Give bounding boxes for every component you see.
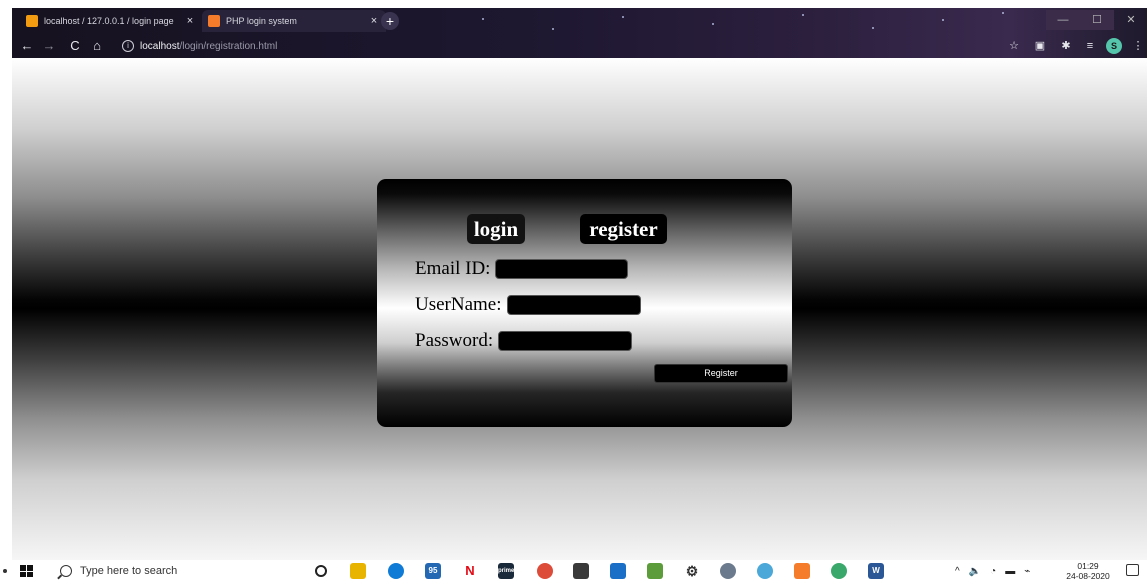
media-queue-icon[interactable]: ≡: [1082, 38, 1098, 54]
tab-phpmyadmin[interactable]: localhost / 127.0.0.1 / login page ×: [20, 10, 202, 32]
notification-center-icon[interactable]: [1126, 564, 1139, 576]
home-button[interactable]: ⌂: [88, 37, 106, 55]
tab-strip: localhost / 127.0.0.1 / login page × PHP…: [12, 8, 1147, 34]
search-icon: [60, 565, 72, 577]
kebab-menu-icon[interactable]: ⋮: [1130, 38, 1146, 54]
reload-button[interactable]: C: [66, 37, 84, 55]
new-tab-button[interactable]: +: [381, 12, 399, 30]
registration-form-card: login register Email ID: UserName: Passw…: [377, 179, 792, 427]
app-icon[interactable]: [757, 563, 773, 579]
cortana-icon[interactable]: [315, 565, 327, 577]
close-tab-icon[interactable]: ×: [184, 15, 196, 27]
extensions-puzzle-icon[interactable]: ✱: [1058, 38, 1074, 54]
minimize-button[interactable]: —: [1046, 10, 1080, 30]
mail-icon[interactable]: 95: [425, 563, 441, 579]
volume-icon[interactable]: 🔈: [969, 566, 981, 577]
email-label: Email ID:: [415, 258, 491, 279]
site-info-icon[interactable]: i: [122, 40, 134, 52]
register-switch-button[interactable]: register: [580, 214, 667, 244]
password-row: Password:: [415, 330, 633, 352]
register-submit-button[interactable]: Register: [654, 364, 788, 383]
search-placeholder: Type here to search: [80, 565, 178, 577]
bookmark-star-icon[interactable]: ☆: [1006, 38, 1022, 54]
phpmyadmin-favicon-icon: [26, 15, 38, 27]
app-icon[interactable]: [720, 563, 736, 579]
xampp-favicon-icon: [208, 15, 220, 27]
file-explorer-icon[interactable]: [350, 563, 366, 579]
profile-avatar[interactable]: S: [1106, 38, 1122, 54]
password-label: Password:: [415, 330, 494, 351]
microsoft-store-icon[interactable]: [573, 563, 589, 579]
browser-toolbar: ← → C ⌂ i localhost/login/registration.h…: [12, 34, 1147, 58]
vscode-icon[interactable]: [610, 563, 626, 579]
word-icon[interactable]: W: [868, 563, 884, 579]
username-field[interactable]: [506, 295, 641, 315]
extension-icon[interactable]: ▣: [1032, 38, 1048, 54]
chrome-icon[interactable]: [537, 563, 553, 579]
taskbar-clock[interactable]: 01:29 24-08-2020: [1064, 561, 1112, 581]
taskbar-dot: [3, 569, 7, 573]
battery-icon[interactable]: ▬: [1005, 566, 1015, 577]
tab-title: localhost / 127.0.0.1 / login page: [44, 16, 174, 26]
address-bar[interactable]: i localhost/login/registration.html: [112, 37, 1002, 55]
email-field[interactable]: [495, 259, 629, 279]
app-icon[interactable]: [831, 563, 847, 579]
username-label: UserName:: [415, 294, 502, 315]
close-tab-icon[interactable]: ×: [368, 15, 380, 27]
notepad-plus-icon[interactable]: [647, 563, 663, 579]
windows-start-icon[interactable]: [20, 565, 34, 577]
url-path: /login/registration.html: [179, 40, 278, 52]
edge-browser-icon[interactable]: [388, 563, 404, 579]
back-button[interactable]: ←: [18, 37, 36, 55]
login-switch-button[interactable]: login: [467, 214, 525, 244]
tab-title: PHP login system: [226, 16, 297, 26]
password-field[interactable]: [498, 331, 633, 351]
taskbar-search-input[interactable]: Type here to search: [48, 561, 288, 581]
wifi-icon[interactable]: ◔: [990, 566, 996, 577]
settings-gear-icon[interactable]: ⚙: [684, 563, 700, 579]
username-row: UserName:: [415, 294, 641, 316]
windows-taskbar: Type here to search 95 N prime video ⚙ W…: [0, 560, 1147, 582]
system-tray: ^ 🔈 ◔ ▬ ⌁: [955, 560, 1030, 582]
url-host: localhost: [140, 40, 180, 52]
clock-date: 24-08-2020: [1066, 571, 1110, 581]
clock-time: 01:29: [1077, 561, 1099, 571]
browser-chrome: localhost / 127.0.0.1 / login page × PHP…: [12, 8, 1147, 58]
tab-php-login-system[interactable]: PHP login system ×: [202, 10, 386, 32]
close-window-button[interactable]: ✕: [1114, 10, 1147, 30]
netflix-icon[interactable]: N: [462, 563, 478, 579]
forward-button[interactable]: →: [40, 37, 58, 55]
page-viewport: login register Email ID: UserName: Passw…: [12, 58, 1147, 560]
xampp-icon[interactable]: [794, 563, 810, 579]
prime-video-icon[interactable]: prime video: [498, 563, 514, 579]
maximize-button[interactable]: ☐: [1080, 10, 1114, 30]
network-icon[interactable]: ⌁: [1024, 566, 1030, 577]
tray-chevron-icon[interactable]: ^: [955, 566, 960, 577]
email-row: Email ID:: [415, 258, 629, 280]
